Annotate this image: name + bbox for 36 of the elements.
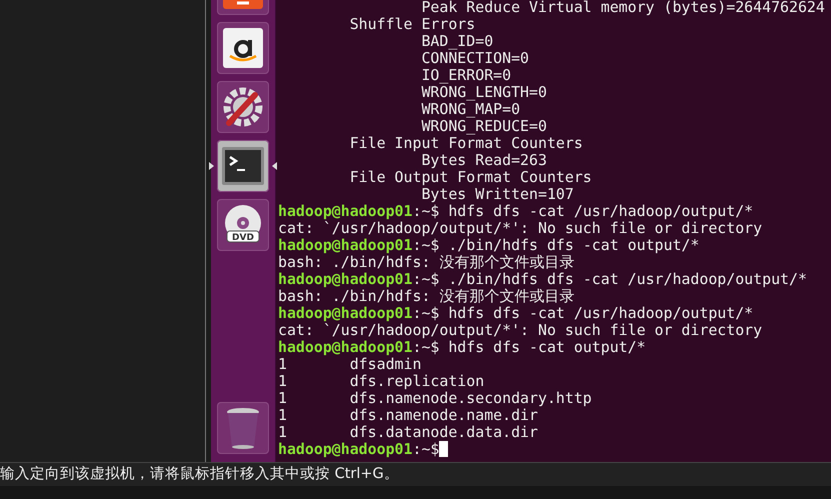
terminal-output-line: cat: `/usr/hadoop/output/*': No such file or directory [278, 322, 764, 339]
terminal-output-line: Shuffle Errors [348, 16, 476, 33]
terminal-output-line: 1 dfs.namenode.secondary.http [278, 390, 593, 407]
status-message: 输入定向到该虚拟机，请将鼠标指针移入其中或按 Ctrl+G。 [0, 462, 831, 486]
terminal-output-line: Bytes Written=107 [421, 186, 575, 203]
gear-wrench-icon [221, 85, 265, 129]
terminal-output-line: bash: ./bin/hdfs: 没有那个文件或目录 [278, 254, 576, 271]
terminal-output-line: File Output Format Counters [348, 169, 593, 186]
terminal-prompt-line: hadoop@hadoop01:~$ [278, 441, 831, 458]
terminal-output-line: 1 dfs.namenode.name.dir [278, 407, 538, 424]
terminal-output-line: 1 dfsadmin [278, 356, 422, 373]
terminal-prompt-line: hadoop@hadoop01:~$ hdfs dfs -cat /usr/hadoop/output/* [278, 305, 754, 322]
terminal-output-line: File Input Format Counters [348, 135, 584, 152]
letter-a-icon [222, 27, 264, 69]
terminal-output-line: 1 dfs.replication [278, 373, 486, 390]
terminal-output-line: bash: ./bin/hdfs: 没有那个文件或目录 [278, 288, 576, 305]
terminal-prompt-line: hadoop@hadoop01:~$ ./bin/hdfs dfs -cat output/* [278, 237, 700, 254]
terminal-output-line: Bytes Read=263 [421, 152, 548, 169]
terminal-icon [221, 146, 265, 186]
terminal-output-line: Peak Reduce Virtual memory (bytes)=2644762624 [420, 0, 826, 16]
terminal-output-line: WRONG_LENGTH=0 [420, 84, 548, 101]
terminal-output-line: cat: `/usr/hadoop/output/*': No such file or directory [278, 220, 764, 237]
terminal-output-line: WRONG_REDUCE=0 [420, 118, 548, 135]
terminal-output-line: 1 dfs.datanode.data.dir [278, 424, 539, 441]
terminal-prompt-line: hadoop@hadoop01:~$ hdfs dfs -cat output/* [278, 339, 647, 356]
launcher-item[interactable] [217, 81, 269, 133]
launcher-item[interactable] [217, 22, 269, 74]
terminal-prompt-line: hadoop@hadoop01:~$ ./bin/hdfs dfs -cat /usr/hadoop/output/* [278, 271, 808, 288]
terminal-output-line: WRONG_MAP=0 [420, 101, 520, 118]
launcher-item[interactable] [217, 140, 269, 192]
terminal-prompt-line: hadoop@hadoop01:~$ hdfs dfs -cat /usr/hadoop/output/* [278, 203, 754, 220]
terminal-output-line: IO_ERROR=0 [420, 67, 512, 84]
launcher-item[interactable]: DVD [217, 199, 269, 251]
terminal-output-line: CONNECTION=0 [420, 50, 530, 67]
dvd-label: DVD [232, 233, 254, 243]
terminal-output-line: BAD_ID=0 [420, 33, 494, 50]
